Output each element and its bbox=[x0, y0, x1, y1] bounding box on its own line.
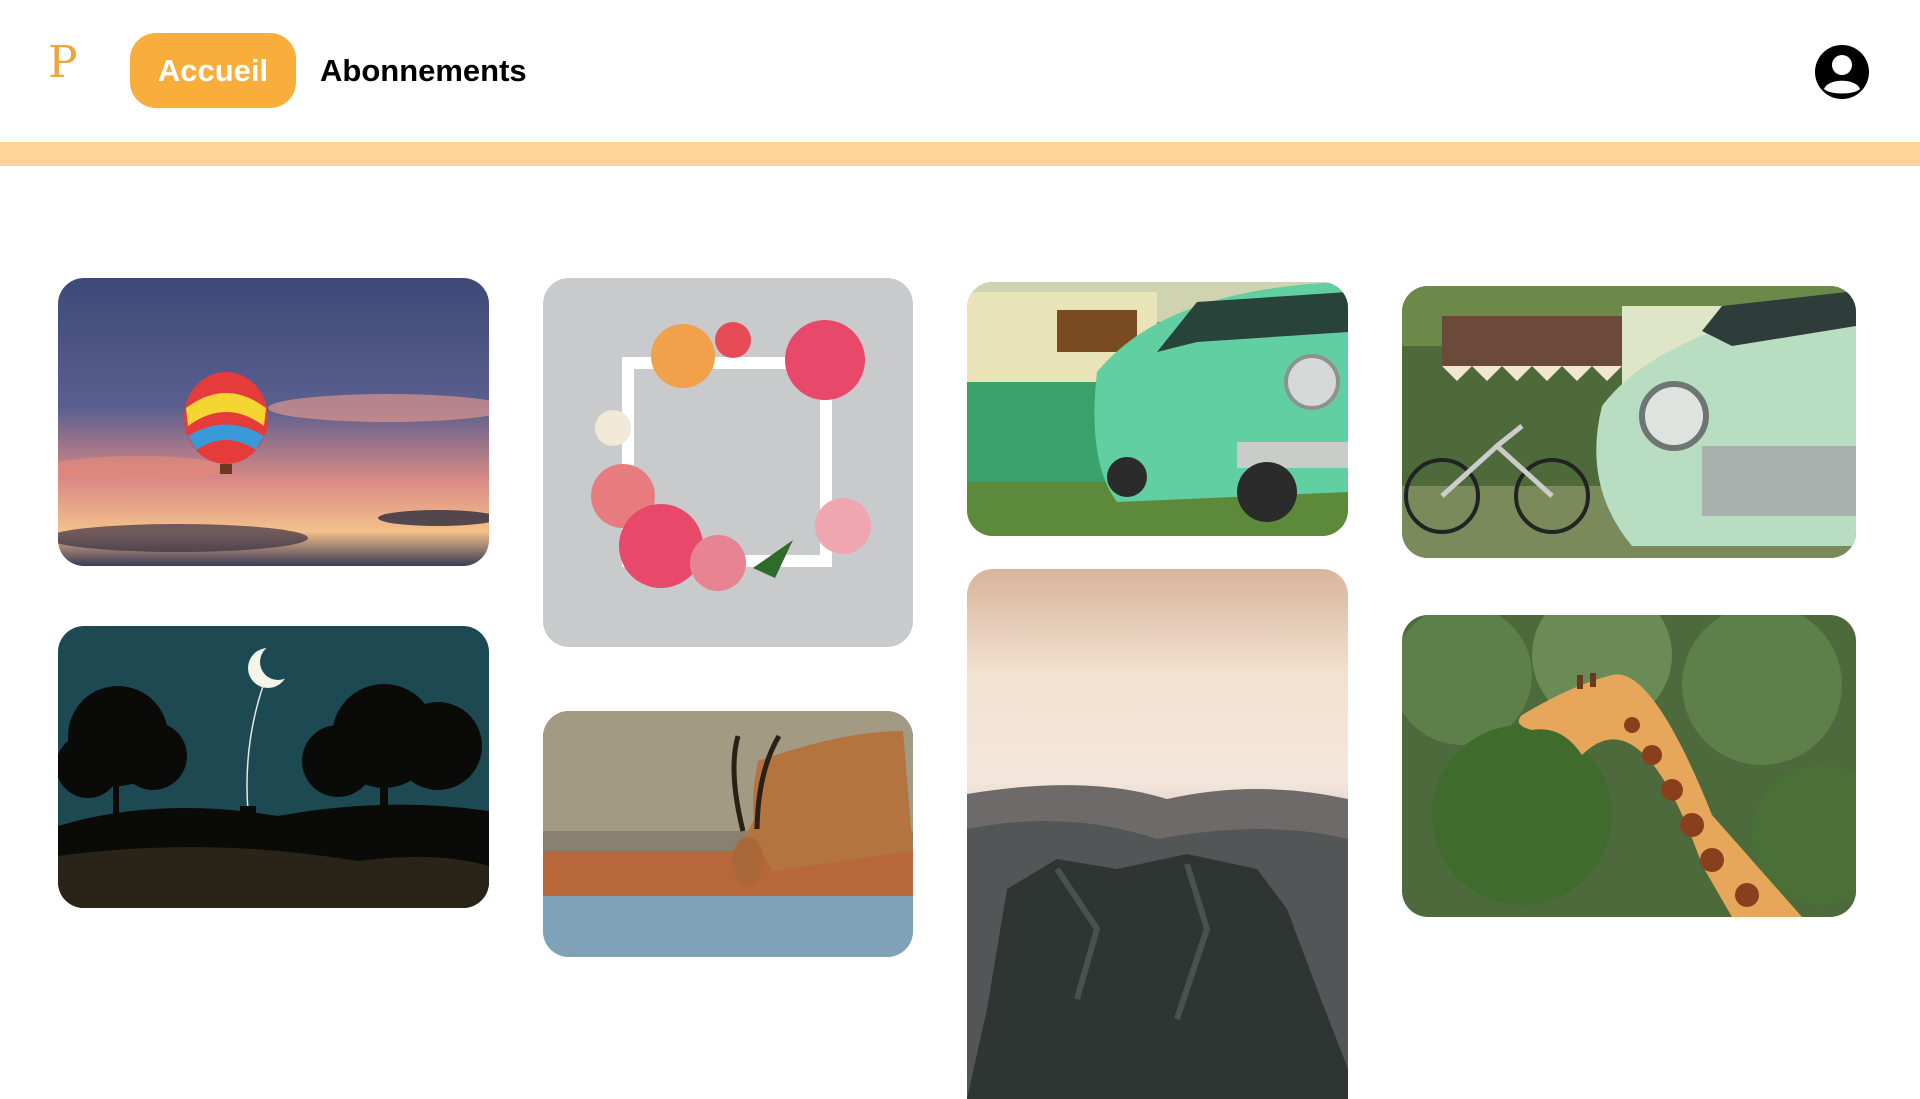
green-classic-car-image bbox=[967, 282, 1348, 536]
mint-car-bicycle-image bbox=[1402, 286, 1856, 558]
mountain-sunrise-image bbox=[967, 569, 1348, 1099]
gallery-card-moon-night[interactable] bbox=[58, 626, 489, 908]
gallery-card-antelope[interactable] bbox=[543, 711, 913, 957]
hot-air-balloon-image bbox=[58, 278, 489, 566]
gallery-card-flower-frame[interactable] bbox=[543, 278, 913, 647]
nav-subscriptions-link[interactable]: Abonnements bbox=[320, 33, 527, 108]
account-icon[interactable] bbox=[1814, 44, 1870, 100]
top-navbar: P Accueil Abonnements bbox=[0, 0, 1920, 142]
giraffe-forest-image bbox=[1402, 615, 1856, 917]
header-accent-stripe bbox=[0, 142, 1920, 166]
moon-night-image bbox=[58, 626, 489, 908]
gallery-card-mint-car-bicycle[interactable] bbox=[1402, 286, 1856, 558]
gallery-card-mountain[interactable] bbox=[967, 569, 1348, 1099]
antelope-drinking-image bbox=[543, 711, 913, 957]
gallery-card-giraffe[interactable] bbox=[1402, 615, 1856, 917]
app-logo[interactable]: P bbox=[48, 40, 82, 86]
gallery-card-green-car[interactable] bbox=[967, 282, 1348, 536]
nav-home-button[interactable]: Accueil bbox=[130, 33, 296, 108]
gallery-card-hot-air-balloon[interactable] bbox=[58, 278, 489, 566]
flower-frame-image bbox=[543, 278, 913, 647]
